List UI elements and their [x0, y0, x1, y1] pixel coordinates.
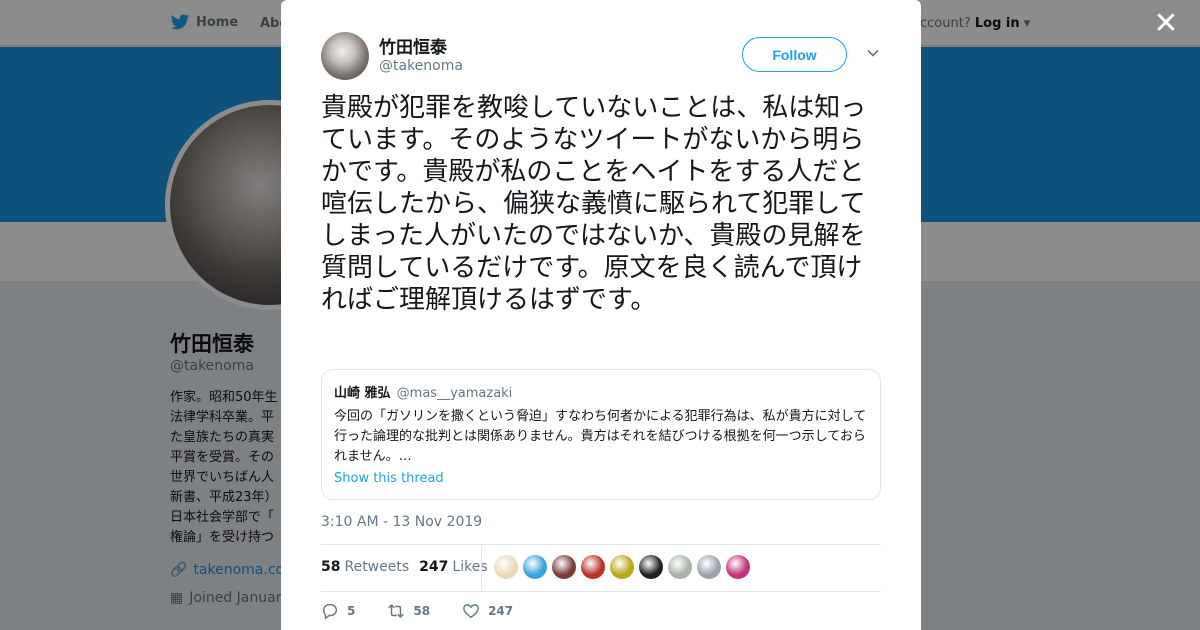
like-stat-count: 247: [419, 559, 449, 575]
retweet-stat[interactable]: 58 Retweets: [321, 559, 409, 575]
liker-avatar[interactable]: [552, 555, 576, 579]
divider: [481, 545, 482, 591]
like-stat-label: Likes: [452, 559, 488, 575]
liker-avatar[interactable]: [494, 555, 518, 579]
retweet-icon: [388, 604, 405, 618]
reply-icon: [322, 603, 338, 620]
liker-avatar[interactable]: [726, 555, 750, 579]
retweet-stat-count: 58: [321, 559, 341, 575]
retweet-button[interactable]: 58: [387, 602, 430, 620]
author-name[interactable]: 竹田恒泰: [379, 33, 447, 58]
author-handle[interactable]: @takenoma: [379, 58, 463, 74]
like-count: 247: [488, 604, 514, 618]
quoted-author-name: 山崎 雅弘: [334, 386, 391, 401]
liker-avatar[interactable]: [610, 555, 634, 579]
quoted-author-handle: @mas__yamazaki: [396, 386, 513, 401]
like-button[interactable]: 247: [462, 602, 513, 620]
like-stat[interactable]: 247 Likes: [419, 559, 487, 575]
divider: [321, 544, 881, 545]
quoted-tweet[interactable]: 山崎 雅弘 @mas__yamazaki 今回の「ガソリンを撒くという脅迫」すな…: [321, 369, 881, 500]
close-icon[interactable]: ✕: [1152, 9, 1180, 39]
chevron-down-icon[interactable]: [866, 46, 880, 60]
quoted-text: 今回の「ガソリンを撒くという脅迫」すなわち何者かによる犯罪行為は、私が貴方に対し…: [334, 409, 867, 464]
liker-avatar[interactable]: [668, 555, 692, 579]
tweet-actions: 5 58 247: [321, 602, 545, 620]
retweet-stat-label: Retweets: [344, 559, 410, 575]
tweet-text: 貴殿が犯罪を教唆していないことは、私は知っています。そのようなツイートがないから…: [321, 93, 867, 315]
quoted-header: 山崎 雅弘 @mas__yamazaki: [334, 382, 868, 401]
liker-avatar[interactable]: [581, 555, 605, 579]
liker-avatars: [494, 555, 750, 579]
heart-icon: [463, 604, 479, 619]
show-thread-link[interactable]: Show this thread: [334, 471, 868, 486]
tweet-stats: 58 Retweets 247 Likes: [321, 552, 498, 582]
liker-avatar[interactable]: [523, 555, 547, 579]
liker-avatar[interactable]: [697, 555, 721, 579]
retweet-count: 58: [413, 604, 431, 618]
divider: [321, 591, 881, 592]
follow-button[interactable]: Follow: [742, 37, 847, 72]
tweet-timestamp[interactable]: 3:10 AM - 13 Nov 2019: [321, 514, 482, 530]
tweet-modal: 竹田恒泰 @takenoma Follow 貴殿が犯罪を教唆していないことは、私…: [281, 0, 921, 630]
reply-count: 5: [347, 604, 356, 618]
liker-avatar[interactable]: [639, 555, 663, 579]
author-avatar[interactable]: [321, 32, 369, 80]
reply-button[interactable]: 5: [321, 602, 355, 620]
